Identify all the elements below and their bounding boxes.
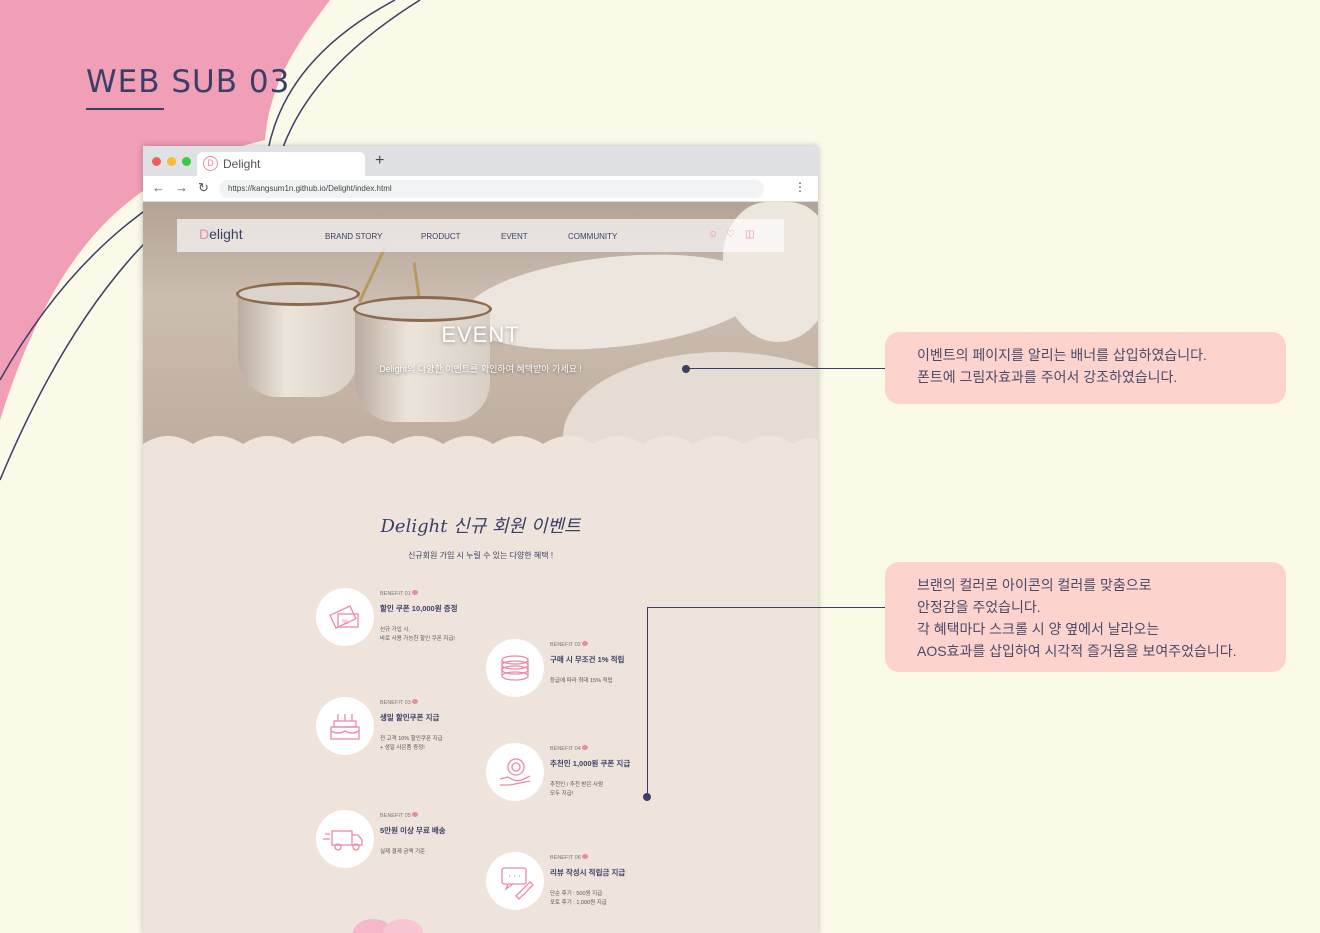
benefit-title: 추천인 1,000원 쿠폰 지급 bbox=[550, 759, 631, 768]
benefit-desc: 실제 결제 금액 기준 bbox=[380, 849, 426, 855]
hero-title: EVENT bbox=[441, 322, 520, 347]
review-icon bbox=[486, 852, 544, 910]
site-navbar: Delight BRAND STORY PRODUCT EVENT COMMUN… bbox=[177, 219, 784, 252]
benefit-title: 리뷰 작성시 적립금 지급 bbox=[550, 868, 626, 877]
callout-banner: 이벤트의 페이지를 알리는 배너를 삽입하였습니다. 폰트에 그림자효과를 주어… bbox=[885, 332, 1286, 404]
ribbon-decoration bbox=[353, 919, 423, 933]
event-hero-banner: Delight BRAND STORY PRODUCT EVENT COMMUN… bbox=[143, 202, 818, 447]
back-icon[interactable]: ← bbox=[152, 180, 165, 195]
benefit-desc: 등급에 따라 최대 15% 적립 bbox=[550, 678, 613, 684]
section-subtitle: 신규회원 가입 시 누릴 수 있는 다양한 혜택 ! bbox=[407, 551, 554, 560]
site-logo[interactable]: Delight bbox=[199, 226, 243, 242]
cart-icon[interactable]: ◫ bbox=[745, 229, 754, 240]
referral-icon bbox=[486, 743, 544, 801]
benefit-tag: BENEFIT 03 bbox=[380, 699, 418, 706]
nav-brand-story[interactable]: BRAND STORY bbox=[325, 232, 383, 241]
benefit-tag: BENEFIT 06 bbox=[550, 854, 588, 861]
benefit-title: 5만원 이상 무료 배송 bbox=[380, 826, 446, 835]
reload-icon[interactable]: ↻ bbox=[198, 180, 209, 196]
benefit-desc: 전 고객 10% 할인쿠폰 지급 + 생일 사은품 증정! bbox=[380, 736, 443, 751]
minimize-window-dot[interactable] bbox=[167, 157, 176, 166]
heart-icon[interactable]: ♡ bbox=[726, 229, 735, 240]
benefit-title: 할인 쿠폰 10,000원 증정 bbox=[380, 604, 458, 613]
benefit-tag: BENEFIT 04 bbox=[550, 745, 588, 752]
truck-icon bbox=[316, 810, 374, 868]
address-bar: ← → ↻ https://kangsum1n.github.io/Deligh… bbox=[143, 176, 818, 202]
benefit-desc: 단순 후기 : 500원 지급 포토 후기 : 1,000원 지급 bbox=[550, 891, 607, 906]
browser-menu-icon[interactable]: ⋮ bbox=[794, 180, 806, 194]
callout-benefits: 브랜의 컬러로 아이콘의 컬러를 맞춤으로 안정감을 주었습니다. 각 혜택마다… bbox=[885, 562, 1286, 672]
close-window-dot[interactable] bbox=[152, 157, 161, 166]
browser-tab[interactable]: D Delight bbox=[197, 152, 365, 176]
url-input[interactable]: https://kangsum1n.github.io/Delight/inde… bbox=[219, 180, 764, 198]
callout-leader-line bbox=[647, 607, 648, 797]
scallop-divider bbox=[143, 436, 818, 452]
benefit-tag: BENEFIT 01 bbox=[380, 590, 418, 597]
page-label: WEB SUB 03 bbox=[86, 64, 291, 100]
nav-product[interactable]: PRODUCT bbox=[421, 232, 461, 241]
user-icon[interactable]: ☺ bbox=[708, 229, 718, 240]
browser-window: D Delight + ← → ↻ https://kangsum1n.gith… bbox=[143, 146, 818, 933]
coins-icon bbox=[486, 639, 544, 697]
svg-text:%: % bbox=[342, 619, 348, 626]
new-tab-button[interactable]: + bbox=[375, 152, 384, 170]
cake-icon bbox=[316, 697, 374, 755]
tab-favicon-icon: D bbox=[203, 156, 218, 171]
callout-leader-dot bbox=[643, 793, 651, 801]
callout-leader-line bbox=[686, 368, 886, 369]
benefit-desc: 신규 가입 시, 바로 사용 가능한 할인 쿠폰 지급! bbox=[380, 627, 455, 642]
coupon-icon: % bbox=[316, 588, 374, 646]
benefit-title: 생일 할인쿠폰 지급 bbox=[380, 713, 440, 722]
maximize-window-dot[interactable] bbox=[182, 157, 191, 166]
benefit-desc: 추천인 / 추천 받은 사람 모두 지급! bbox=[550, 782, 604, 797]
nav-community[interactable]: COMMUNITY bbox=[568, 232, 617, 241]
benefit-tag: BENEFIT 05 bbox=[380, 812, 418, 819]
section-title: Delight 신규 회원 이벤트 bbox=[380, 516, 581, 537]
tab-title: Delight bbox=[223, 157, 261, 171]
benefit-tag: BENEFIT 02 bbox=[550, 641, 588, 648]
callout-leader-dot bbox=[682, 365, 690, 373]
nav-event[interactable]: EVENT bbox=[501, 232, 528, 241]
benefit-title: 구매 시 무조건 1% 적립 bbox=[550, 655, 625, 664]
browser-tabbar: D Delight + bbox=[143, 146, 818, 176]
forward-icon[interactable]: → bbox=[175, 180, 188, 195]
page-label-underline bbox=[86, 108, 164, 110]
callout-leader-line bbox=[647, 607, 886, 608]
